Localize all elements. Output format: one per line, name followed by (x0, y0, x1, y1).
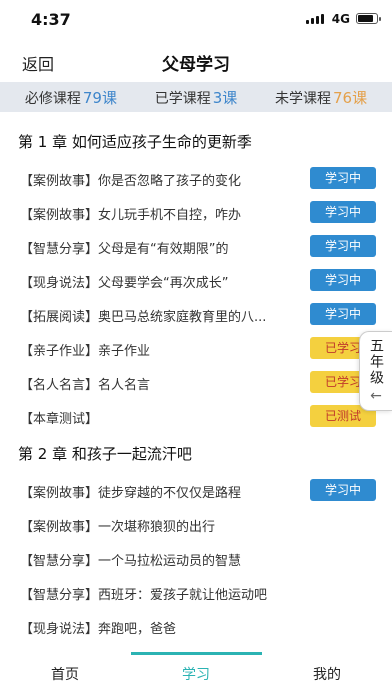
lesson-row[interactable]: 【案例故事】一次堪称狼狈的出行 (0, 508, 392, 542)
grade-selector[interactable]: 五年级 ← (359, 331, 392, 411)
network-label: 4G (331, 12, 350, 26)
lesson-row[interactable]: 【智慧分享】西班牙：爱孩子就让他运动吧 (0, 576, 392, 610)
learned-count: 3课 (212, 88, 238, 107)
lesson-row[interactable]: 【亲子作业】亲子作业 已学习 (0, 332, 392, 366)
status-time: 4:37 (31, 10, 71, 29)
status-bar: 4:37 4G (0, 0, 392, 38)
lesson-title: 【亲子作业】亲子作业 (20, 344, 151, 359)
lesson-title: 【智慧分享】父母是有“有效期限”的 (20, 242, 229, 257)
tab-indicator (131, 652, 262, 655)
lesson-status-badge[interactable]: 学习中 (310, 167, 376, 189)
required-label: 必修课程 (24, 90, 81, 107)
chapter-title: 第 1 章 如何适应孩子生命的更新季 (18, 133, 252, 151)
lesson-title: 【案例故事】女儿玩手机不自控，咋办 (20, 208, 242, 223)
lesson-title: 【智慧分享】西班牙：爱孩子就让他运动吧 (20, 588, 268, 603)
battery-icon (356, 13, 381, 24)
chapter-list: 第 1 章 如何适应孩子生命的更新季 【案例故事】你是否忽略了孩子的变化 学习中 【案… (0, 122, 392, 644)
lesson-title: 【案例故事】一次堪称狼狈的出行 (20, 520, 216, 535)
lesson-row[interactable]: 【名人名言】名人名言 已学习 (0, 366, 392, 400)
lesson-status-badge[interactable]: 学习中 (310, 235, 376, 257)
required-courses: 必修课程 79课 (25, 87, 117, 108)
lesson-row[interactable]: 【拓展阅读】奥巴马总统家庭教育里的八... 学习中 (0, 298, 392, 332)
lesson-row[interactable]: 【案例故事】徒步穿越的不仅仅是路程 学习中 (0, 474, 392, 508)
unlearned-courses: 未学课程 76课 (275, 87, 367, 108)
tab-bar: 首页 学习 我的 (0, 652, 392, 696)
lesson-title: 【名人名言】名人名言 (20, 378, 151, 393)
tab-mine[interactable]: 我的 (262, 664, 392, 684)
required-count: 79课 (82, 88, 117, 107)
arrow-left-icon: ← (370, 388, 382, 404)
chapter-title: 第 2 章 和孩子一起流汗吧 (18, 445, 192, 463)
unlearned-label: 未学课程 (275, 90, 332, 107)
lesson-title: 【本章测试】 (20, 412, 99, 427)
lesson-status-badge[interactable]: 学习中 (310, 201, 376, 223)
grade-label: 五年级 (368, 338, 384, 386)
lesson-title: 【案例故事】徒步穿越的不仅仅是路程 (20, 486, 242, 501)
tab-home[interactable]: 首页 (0, 664, 130, 684)
lesson-status-badge[interactable]: 学习中 (310, 303, 376, 325)
lesson-row[interactable]: 【智慧分享】一个马拉松运动员的智慧 (0, 542, 392, 576)
learned-courses: 已学课程 3课 (155, 87, 238, 108)
lesson-title: 【智慧分享】一个马拉松运动员的智慧 (20, 554, 242, 569)
lesson-row[interactable]: 【现身说法】奔跑吧，爸爸 (0, 610, 392, 644)
learned-label: 已学课程 (154, 90, 211, 107)
nav-bar: 返回 父母学习 (0, 40, 392, 80)
page-title: 父母学习 (162, 55, 230, 75)
lesson-status-badge[interactable]: 学习中 (310, 479, 376, 501)
lesson-title: 【拓展阅读】奥巴马总统家庭教育里的八... (20, 310, 267, 325)
lesson-row[interactable]: 【案例故事】女儿玩手机不自控，咋办 学习中 (0, 196, 392, 230)
course-summary: 必修课程 79课 已学课程 3课 未学课程 76课 (0, 82, 392, 112)
signal-icon (306, 14, 324, 24)
lesson-title: 【现身说法】父母要学会“再次成长” (20, 276, 229, 291)
lesson-status-badge[interactable]: 学习中 (310, 269, 376, 291)
tab-study[interactable]: 学习 (131, 664, 261, 684)
lesson-title: 【案例故事】你是否忽略了孩子的变化 (20, 174, 242, 189)
lesson-row[interactable]: 【现身说法】父母要学会“再次成长” 学习中 (0, 264, 392, 298)
lesson-row[interactable]: 【本章测试】 已测试 (0, 400, 392, 434)
unlearned-count: 76课 (333, 88, 368, 107)
lesson-row[interactable]: 【案例故事】你是否忽略了孩子的变化 学习中 (0, 162, 392, 196)
lesson-row[interactable]: 【智慧分享】父母是有“有效期限”的 学习中 (0, 230, 392, 264)
lesson-title: 【现身说法】奔跑吧，爸爸 (20, 622, 177, 637)
